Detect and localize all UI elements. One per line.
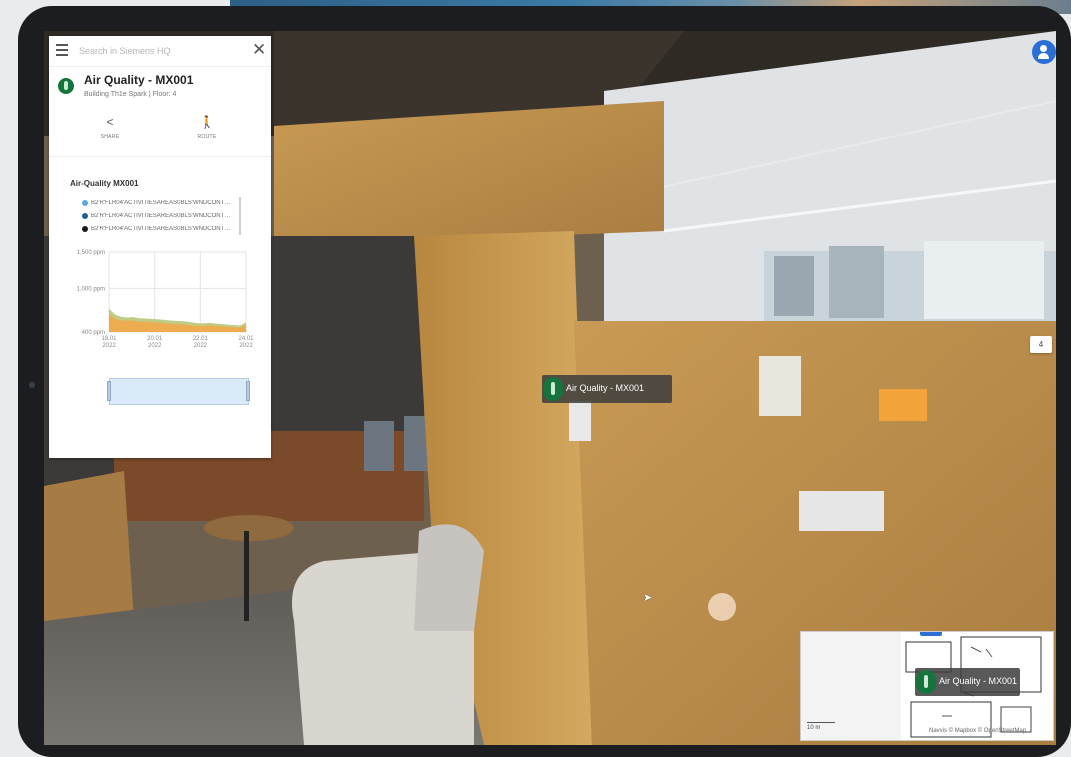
range-handle-left[interactable] <box>107 381 111 401</box>
x-tick-label: 20.01 <box>147 336 163 342</box>
search-input[interactable] <box>79 43 239 59</box>
search-bar: ✕ <box>49 36 271 67</box>
co2-chart: 1,500 ppm1,000 ppm400 ppm 18.01202220.01… <box>77 250 255 349</box>
x-axis-ticks: 18.01202220.01202222.01202224.012022 <box>101 336 254 349</box>
legend-label: B2'R'FLR04'ACTIVITIESAREAS0BLS'WNDCONT1'… <box>91 212 231 219</box>
touch-indicator <box>708 593 736 621</box>
air-quality-icon <box>543 377 563 401</box>
legend-label: B2'R'FLR04'ACTIVITIESAREAS0BLS'WNDCONT1'… <box>91 199 231 206</box>
x-tick-label: 2022 <box>194 343 208 349</box>
legend-item[interactable]: B2'R'FLR04'ACTIVITIESAREAS0BLS'WNDCONT1'… <box>82 196 238 209</box>
user-icon[interactable] <box>1032 40 1056 64</box>
menu-icon[interactable] <box>56 44 68 56</box>
chart-areas <box>109 308 246 332</box>
y-tick-label: 1,500 ppm <box>77 250 105 256</box>
air-quality-icon <box>58 78 74 94</box>
range-handle-right[interactable] <box>246 381 250 401</box>
poi-subtitle: Building Th1e Spark | Floor: 4 <box>84 91 177 98</box>
share-icon: < <box>106 115 114 129</box>
chart-title: Air-Quality MX001 <box>70 179 139 188</box>
share-button[interactable]: < SHARE <box>90 114 130 140</box>
minimap-poi-tag[interactable]: Air Quality - MX001 <box>915 668 1020 696</box>
legend-swatch <box>82 199 88 206</box>
poi-tag-label: Air Quality - MX001 <box>566 383 645 393</box>
time-range-selector[interactable] <box>109 378 249 405</box>
y-tick-label: 1,000 ppm <box>77 286 105 292</box>
x-tick-label: 2022 <box>148 343 162 349</box>
minimap-scale: 10 m <box>807 722 835 731</box>
route-button[interactable]: 🚶 ROUTE <box>187 114 227 140</box>
air-quality-icon <box>916 670 936 694</box>
divider <box>49 156 271 157</box>
legend-label: B2'R'FLR04'ACTIVITIESAREAS0BLS'WNDCONT1'… <box>91 225 231 232</box>
x-tick-label: 18.01 <box>101 336 117 342</box>
x-tick-label: 2022 <box>239 343 253 349</box>
minimap[interactable]: Air Quality - MX001 10 m Navvis © Mapbox… <box>800 631 1054 741</box>
poi-side-panel: ✕ Air Quality - MX001 Building Th1e Spar… <box>49 36 271 458</box>
poi-tag-air-quality[interactable]: Air Quality - MX001 <box>542 375 672 403</box>
x-tick-label: 22.01 <box>193 336 209 342</box>
minimap-poi-label: Air Quality - MX001 <box>939 676 1018 686</box>
poi-title: Air Quality - MX001 <box>84 73 194 87</box>
legend-scrollbar[interactable] <box>239 197 241 235</box>
legend-swatch <box>82 225 88 232</box>
legend-item[interactable]: B2'R'FLR04'ACTIVITIESAREAS0BLS'WNDCONT1'… <box>82 222 238 235</box>
mouse-cursor-icon: ➤ <box>643 592 653 604</box>
minimap-location-chip <box>920 632 942 636</box>
camera-lens <box>29 382 35 388</box>
share-label: SHARE <box>100 134 120 140</box>
legend-swatch <box>82 212 88 219</box>
walking-person-icon: 🚶 <box>199 115 215 129</box>
legend-item[interactable]: B2'R'FLR04'ACTIVITIESAREAS0BLS'WNDCONT1'… <box>82 209 238 222</box>
chart-legend: B2'R'FLR04'ACTIVITIESAREAS0BLS'WNDCONT1'… <box>82 196 238 244</box>
close-icon[interactable]: ✕ <box>252 41 266 59</box>
viewer-screen[interactable]: ✕ Air Quality - MX001 Building Th1e Spar… <box>44 31 1056 745</box>
x-tick-label: 2022 <box>102 343 116 349</box>
route-label: ROUTE <box>197 134 217 140</box>
floor-badge[interactable]: 4 <box>1030 336 1052 353</box>
x-tick-label: 24.01 <box>238 336 254 342</box>
y-axis-ticks: 1,500 ppm1,000 ppm400 ppm <box>77 250 105 336</box>
minimap-attribution: Navvis © Mapbox © OpenStreetMap <box>929 728 1027 734</box>
